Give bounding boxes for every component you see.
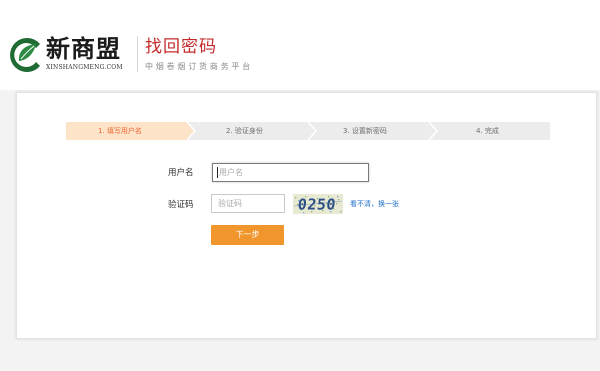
captcha-label: 验证码: [168, 200, 194, 210]
step-label: 2. 验证身份: [226, 127, 263, 135]
site-logo[interactable]: 新商盟 XINSHANGMENG.COM: [6, 35, 141, 75]
captcha-image[interactable]: 0250: [293, 194, 343, 214]
page-header: 新商盟 XINSHANGMENG.COM 找回密码 中烟卷烟订货商务平台: [0, 0, 600, 90]
form-card: 1. 填写用户名 2. 验证身份 3. 设置新密码 4. 完成 用户名 用户名 …: [16, 92, 597, 339]
step-label: 1. 填写用户名: [98, 127, 142, 135]
step-label: 4. 完成: [476, 127, 499, 135]
refresh-captcha-link[interactable]: 看不清，换一张: [350, 199, 399, 209]
step-verify-identity: 2. 验证身份: [187, 122, 316, 140]
progress-steps: 1. 填写用户名 2. 验证身份 3. 设置新密码 4. 完成: [66, 122, 550, 140]
logo-domain: XINSHANGMENG.COM: [46, 64, 123, 71]
header-divider: [137, 36, 138, 72]
step-set-password: 3. 设置新密码: [308, 122, 437, 140]
captcha-input[interactable]: [211, 194, 285, 213]
step-fill-username: 1. 填写用户名: [66, 122, 195, 140]
username-label: 用户名: [168, 168, 194, 178]
username-field-wrap: [212, 163, 369, 182]
text-cursor: [217, 167, 218, 178]
step-complete: 4. 完成: [429, 122, 550, 140]
step-label: 3. 设置新密码: [343, 127, 387, 135]
leaf-logo-icon: [10, 38, 40, 72]
captcha-code: 0250: [297, 196, 337, 214]
next-step-button[interactable]: 下一步: [211, 225, 284, 245]
page-subtitle: 中烟卷烟订货商务平台: [145, 62, 253, 71]
page-title: 找回密码: [145, 37, 217, 57]
username-input[interactable]: [212, 163, 369, 182]
logo-name: 新商盟: [46, 35, 121, 63]
